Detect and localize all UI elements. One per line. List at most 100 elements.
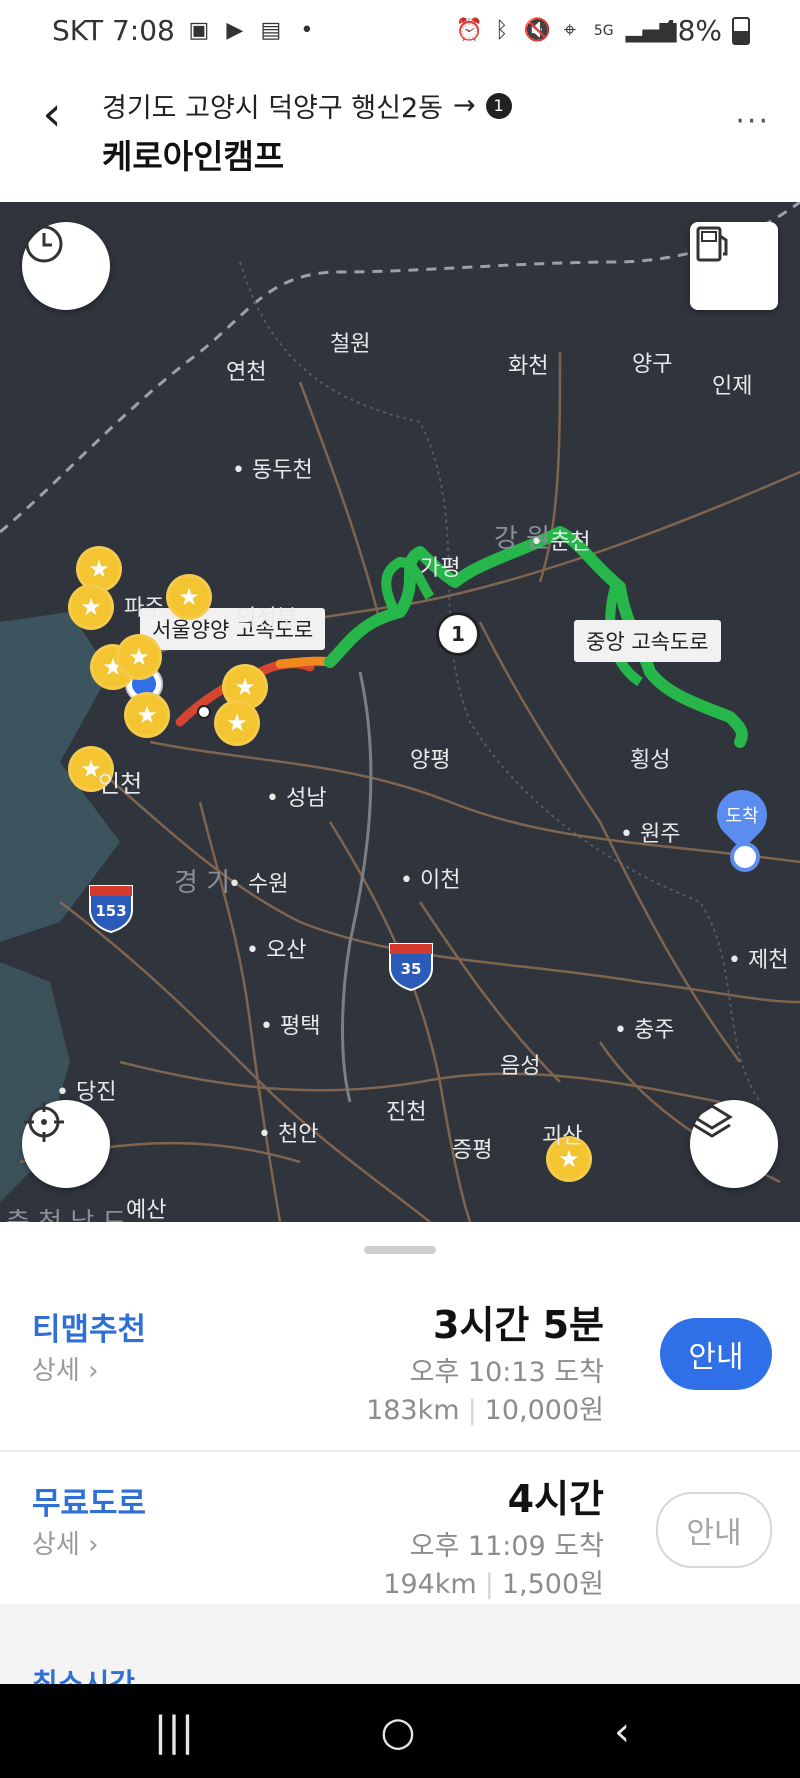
place-cheonan: 천안: [258, 1116, 318, 1148]
favorite-star-icon[interactable]: ★: [116, 634, 162, 680]
place-goesan: 괴산: [542, 1124, 583, 1149]
start-guidance-button[interactable]: 안내: [660, 1318, 772, 1390]
small-poi: [197, 705, 211, 719]
map-view[interactable]: 1 서울양양 고속도로 중앙 고속도로 도착 ★ ★ ★ ★ ★ ★ ★ ★ ★…: [0, 202, 800, 1222]
carrier-time: SKT 7:08: [52, 14, 175, 47]
home-button[interactable]: ○: [358, 1702, 438, 1762]
route-arrival-time: 오후 11:09 도착: [409, 1531, 604, 1562]
sheet-drag-handle[interactable]: [364, 1246, 436, 1254]
more-options-button[interactable]: ···: [735, 104, 770, 139]
arrival-point: [730, 842, 760, 872]
battery-icon: [732, 16, 750, 45]
recent-apps-button[interactable]: |||: [134, 1702, 214, 1762]
arrival-pin[interactable]: 도착: [706, 779, 778, 851]
route-detail-link[interactable]: 상세 ›: [32, 1350, 99, 1387]
start-guidance-button[interactable]: 안내: [656, 1492, 772, 1568]
route-waypoint-marker[interactable]: 1: [436, 612, 480, 656]
place-jeungpyeong: 증평: [452, 1138, 493, 1163]
fuel-icon: [696, 226, 728, 262]
route-duration: 3시간 5분: [433, 1303, 604, 1347]
chevron-right-icon: ›: [79, 1530, 99, 1560]
status-left: SKT 7:08 ▣ ▶ ▤ •: [52, 14, 319, 47]
place-suwon: 수원: [228, 866, 288, 898]
status-bar: SKT 7:08 ▣ ▶ ▤ • ⏰ ᛒ 🔇 ⌖ 5G ▂▄▆ 48%: [0, 0, 800, 64]
route-arrival-time: 오후 10:13 도착: [409, 1357, 604, 1388]
location-icon: ⌖: [563, 17, 576, 43]
route-meta: 194km | 1,500원: [383, 1562, 604, 1601]
route-slow: [275, 656, 335, 669]
clock-icon: [25, 225, 63, 263]
place-uijeongbu: 의정부: [236, 606, 297, 631]
bluetooth-icon: ᛒ: [495, 17, 509, 43]
destination-title: 케로아인캠프: [102, 137, 285, 176]
map-graphic: [0, 202, 800, 1222]
place-seongnam: 성남: [266, 780, 326, 812]
route-distance: 183km: [366, 1395, 460, 1426]
map-layers-button[interactable]: [690, 1100, 778, 1188]
current-location-button[interactable]: [22, 1100, 110, 1188]
route-option-tmap[interactable]: 티맵추천 상세 › 3시간 5분 오후 10:13 도착 183km | 10,00…: [0, 1278, 800, 1452]
place-yesan: 예산: [126, 1198, 167, 1222]
place-jincheon: 진천: [386, 1100, 427, 1125]
route-header: ‹ 경기도 고양시 덕양구 행신2동 → 1 케로아인캠프 ···: [0, 64, 800, 202]
route-fee: 10,000원: [484, 1395, 604, 1426]
alarm-icon: ⏰: [455, 17, 484, 43]
divider: |: [484, 1569, 494, 1600]
back-button[interactable]: ‹: [28, 84, 76, 144]
region-chungnam: 충 청 남 도: [6, 1202, 126, 1222]
wallet-icon: ▤: [260, 17, 282, 43]
border-line: [0, 202, 800, 534]
place-jecheon: 제천: [728, 942, 788, 974]
chevron-right-icon: ›: [79, 1356, 99, 1386]
place-cheorwon: 철원: [330, 332, 371, 357]
stop-number-badge: 1: [485, 92, 512, 119]
road-label-jungang: 중앙 고속도로: [574, 620, 721, 662]
region-gyeonggi: 경 기: [174, 868, 231, 898]
signal-icon: ▂▄▆: [625, 17, 677, 43]
favorite-star-icon[interactable]: ★: [124, 692, 170, 738]
route-name: 티맵추천: [32, 1312, 147, 1348]
origin-text: 경기도 고양시 덕양구 행신2동: [102, 93, 444, 124]
route-distance: 194km: [383, 1569, 477, 1600]
route-option-free[interactable]: 무료도로 상세 › 4시간 오후 11:09 도착 194km | 1,500원 안…: [0, 1452, 800, 1624]
history-button[interactable]: [22, 222, 110, 310]
place-hoengseong: 횡성: [630, 748, 671, 773]
route-detail-link[interactable]: 상세 ›: [32, 1524, 99, 1561]
5g-icon: 5G: [593, 22, 614, 39]
place-incheon: 인천: [98, 770, 143, 798]
route-duration: 4시간: [507, 1477, 604, 1521]
favorite-star-icon[interactable]: ★: [68, 584, 114, 630]
system-nav-bar: ||| ○ ‹: [0, 1684, 800, 1778]
mute-icon: 🔇: [523, 17, 552, 43]
place-dongducheon: 동두천: [232, 452, 313, 484]
route-origin-line: 경기도 고양시 덕양구 행신2동 → 1: [102, 86, 512, 125]
place-gapyeong: 가평: [420, 556, 461, 581]
gas-station-button[interactable]: [690, 222, 778, 310]
place-yanggu: 양구: [632, 352, 673, 377]
youtube-icon: ▶: [226, 17, 244, 43]
favorite-star-icon[interactable]: ★: [166, 574, 212, 620]
status-right: ⏰ ᛒ 🔇 ⌖ 5G ▂▄▆ 48%: [456, 14, 750, 47]
highway-153-label: 153: [95, 902, 127, 920]
place-chuncheon: 춘천: [530, 524, 590, 556]
place-icheon: 이천: [400, 862, 460, 894]
arrival-pin-label: 도착: [725, 806, 759, 827]
route-meta: 183km | 10,000원: [366, 1388, 604, 1427]
place-wonju: 원주: [620, 816, 680, 848]
place-yeoncheon: 연천: [226, 360, 267, 385]
place-eumseong: 음성: [500, 1054, 541, 1079]
nav-back-button[interactable]: ‹: [582, 1702, 662, 1762]
place-chungju: 충주: [614, 1012, 674, 1044]
road-label-seoul-yangyang: 서울양양 고속도로: [140, 608, 326, 650]
gallery-icon: ▣: [188, 17, 210, 43]
place-osan: 오산: [246, 932, 306, 964]
place-paju: 파주: [124, 596, 165, 621]
favorite-star-icon[interactable]: ★: [214, 700, 260, 746]
place-hwacheon: 화천: [508, 354, 549, 379]
route-name: 무료도로: [32, 1486, 147, 1522]
place-pyeongtaek: 평택: [260, 1008, 320, 1040]
place-inje: 인제: [712, 374, 753, 399]
crosshair-icon: [24, 1102, 64, 1142]
place-yangpyeong: 양평: [410, 748, 451, 773]
dot-icon: •: [300, 17, 314, 43]
